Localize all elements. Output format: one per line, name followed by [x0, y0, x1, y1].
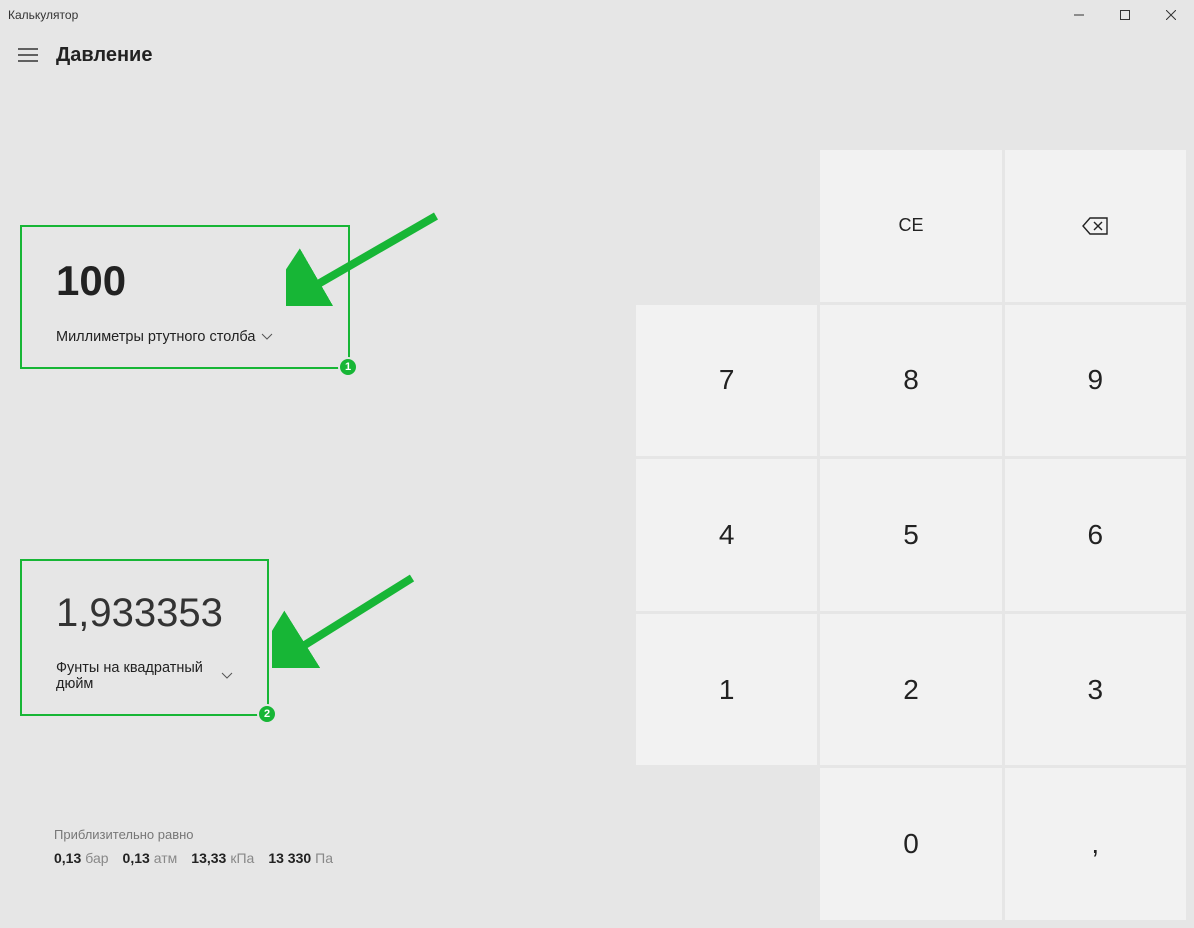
input-unit-select[interactable]: Миллиметры ртутного столба: [56, 329, 314, 345]
key-ce[interactable]: CE: [820, 150, 1001, 302]
approx-item: 0,13бар: [54, 850, 109, 866]
input-value[interactable]: 100: [56, 257, 314, 305]
approx-item: 13 330Па: [268, 850, 333, 866]
keypad: CE 7 8 9 4 5 6 1 2 3 0 ,: [636, 150, 1186, 920]
key-8[interactable]: 8: [820, 305, 1001, 457]
menu-button[interactable]: [4, 31, 52, 79]
key-2[interactable]: 2: [820, 614, 1001, 766]
annotation-arrow-2: [272, 568, 422, 668]
key-6[interactable]: 6: [1005, 459, 1186, 611]
conversion-input-block: 100 Миллиметры ртутного столба 1: [20, 225, 350, 369]
output-unit-label: Фунты на квадратный дюйм: [56, 660, 215, 692]
approx-label: Приблизительно равно: [54, 827, 333, 842]
output-unit-select[interactable]: Фунты на квадратный дюйм: [56, 660, 233, 692]
key-backspace[interactable]: [1005, 150, 1186, 302]
approx-item: 0,13атм: [123, 850, 178, 866]
key-empty: [636, 768, 817, 920]
key-empty: [636, 150, 817, 302]
page-title: Давление: [56, 44, 152, 67]
approx-item: 13,33кПа: [191, 850, 254, 866]
maximize-button[interactable]: [1102, 0, 1148, 30]
output-value[interactable]: 1,933353: [56, 591, 233, 636]
close-button[interactable]: [1148, 0, 1194, 30]
annotation-badge-2: 2: [257, 704, 277, 724]
input-unit-label: Миллиметры ртутного столба: [56, 329, 255, 345]
key-7[interactable]: 7: [636, 305, 817, 457]
key-1[interactable]: 1: [636, 614, 817, 766]
hamburger-icon: [18, 48, 38, 62]
key-decimal[interactable]: ,: [1005, 768, 1186, 920]
annotation-badge-1: 1: [338, 357, 358, 377]
minimize-button[interactable]: [1056, 0, 1102, 30]
window-title: Калькулятор: [8, 8, 78, 22]
key-4[interactable]: 4: [636, 459, 817, 611]
backspace-icon: [1082, 217, 1108, 235]
chevron-down-icon: [261, 330, 273, 344]
key-0[interactable]: 0: [820, 768, 1001, 920]
key-9[interactable]: 9: [1005, 305, 1186, 457]
conversion-output-block: 1,933353 Фунты на квадратный дюйм 2: [20, 559, 269, 716]
chevron-down-icon: [221, 669, 233, 683]
key-3[interactable]: 3: [1005, 614, 1186, 766]
key-5[interactable]: 5: [820, 459, 1001, 611]
